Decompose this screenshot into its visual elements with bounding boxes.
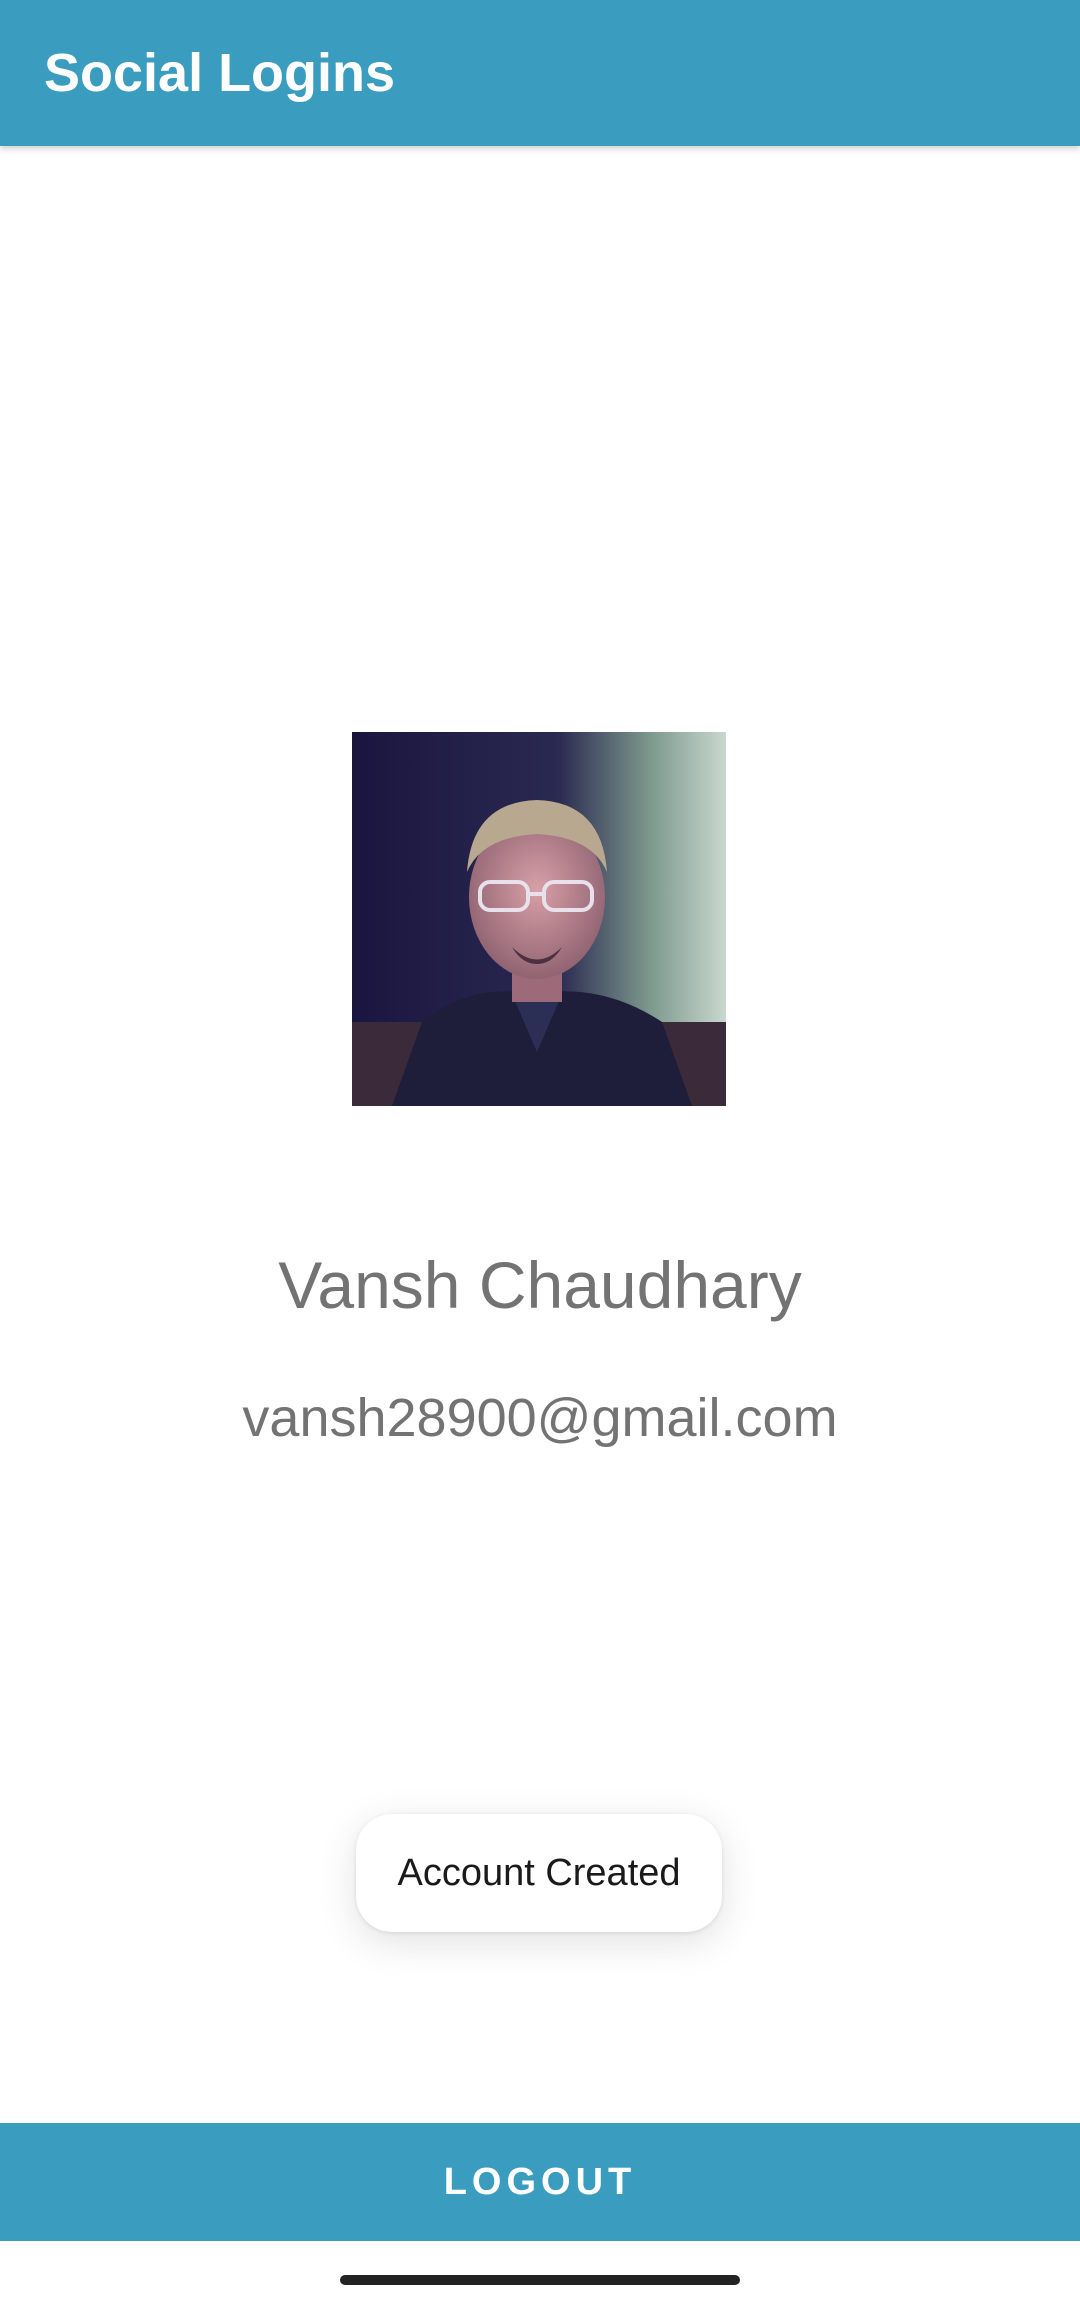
toast-notification: Account Created	[356, 1814, 722, 1932]
app-title: Social Logins	[44, 43, 396, 103]
user-name: Vansh Chaudhary	[278, 1248, 802, 1322]
home-gesture-handle-icon[interactable]	[340, 2275, 740, 2285]
toast-message: Account Created	[397, 1851, 681, 1894]
logout-button[interactable]: LOGOUT	[0, 2123, 1080, 2241]
user-email: vansh28900@gmail.com	[242, 1388, 838, 1448]
profile-photo-icon	[352, 732, 726, 1106]
profile-avatar	[352, 732, 726, 1106]
logout-label: LOGOUT	[443, 2160, 637, 2203]
app-bar: Social Logins	[0, 0, 1080, 146]
